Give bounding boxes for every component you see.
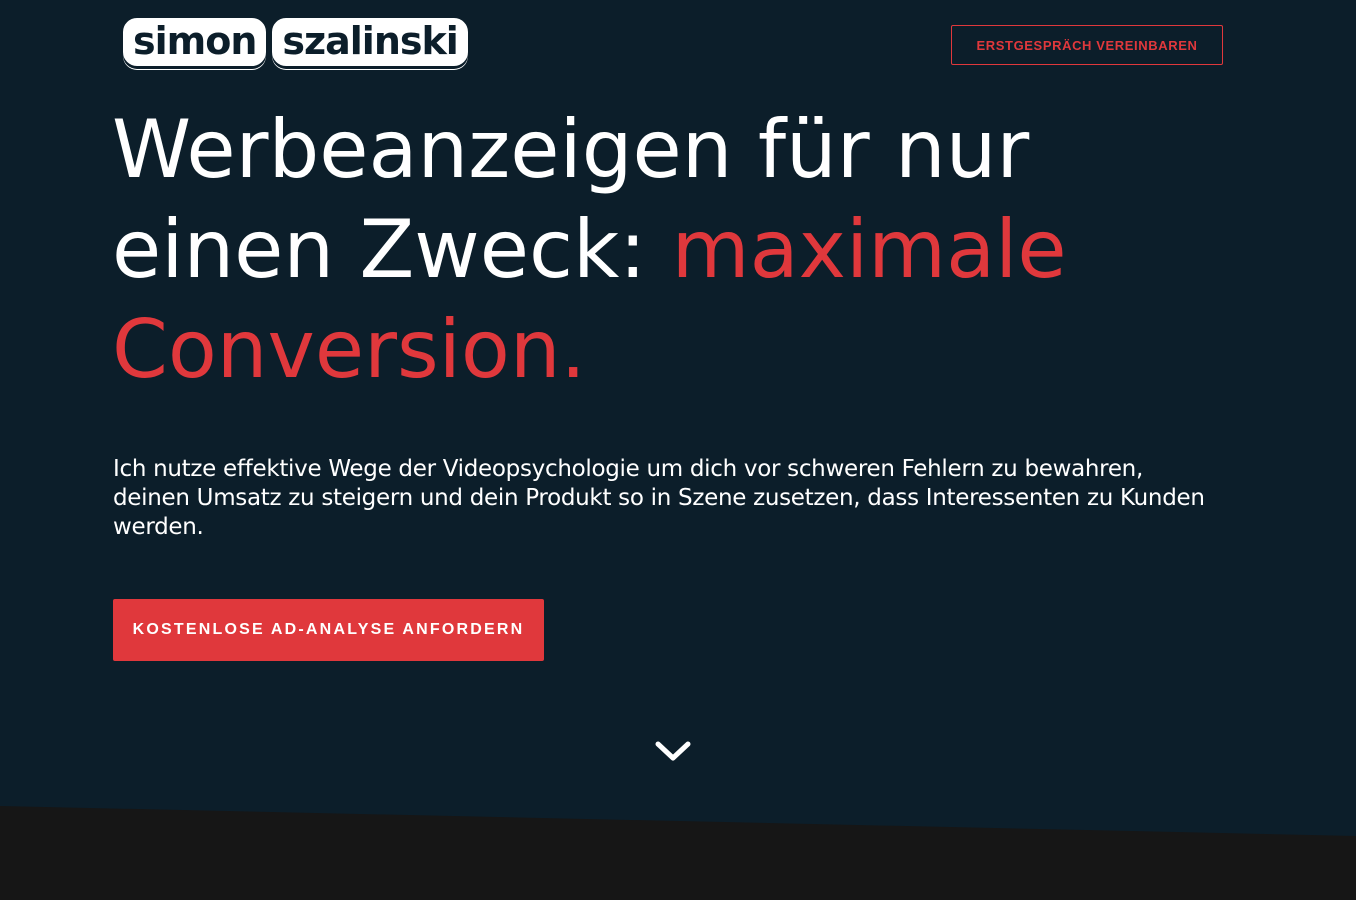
logo-first-word: simon (123, 18, 267, 66)
section-divider (0, 806, 1356, 900)
headline-line-2: einen Zweck: (112, 203, 672, 296)
logo-second-word: szalinski (272, 18, 468, 66)
hero-subtext: Ich nutze effektive Wege der Videopsycho… (113, 456, 1205, 540)
book-consultation-button[interactable]: ERSTGESPRÄCH VEREINBAREN (951, 25, 1223, 65)
request-ad-analysis-button[interactable]: KOSTENLOSE AD-ANALYSE ANFORDERN (113, 599, 544, 661)
chevron-down-icon[interactable] (654, 736, 692, 766)
headline-accent-2: Conversion. (112, 303, 586, 396)
headline-accent-1: maximale (671, 203, 1067, 296)
headline-line-1: Werbeanzeigen für nur (112, 103, 1030, 196)
hero-headline: Werbeanzeigen für nur einen Zweck: maxim… (112, 100, 1262, 400)
logo[interactable]: simon szalinski (123, 18, 468, 66)
hero-section: simon szalinski ERSTGESPRÄCH VEREINBAREN… (0, 0, 1356, 900)
